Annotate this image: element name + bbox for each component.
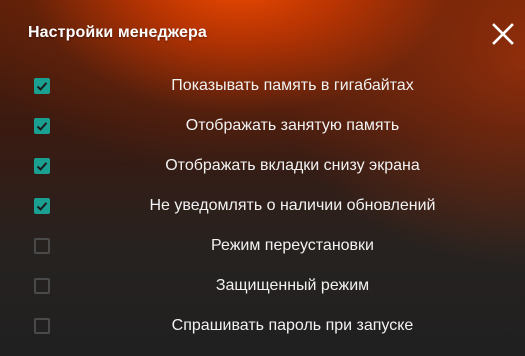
option-row-tabs-bottom[interactable]: Отображать вкладки снизу экрана xyxy=(0,146,525,186)
option-label: Защищенный режим xyxy=(215,277,370,294)
checkmark-icon xyxy=(36,122,48,131)
option-label: Отображать занятую память xyxy=(185,117,400,134)
option-row-used-memory[interactable]: Отображать занятую память xyxy=(0,106,525,146)
option-label: Не уведомлять о наличии обновлений xyxy=(149,197,436,214)
close-icon xyxy=(492,23,514,45)
checkbox-unchecked[interactable] xyxy=(34,238,50,254)
checkmark-icon xyxy=(36,202,48,211)
option-row-protected-mode[interactable]: Защищенный режим xyxy=(0,266,525,306)
settings-list: Показывать память в гигабайтах Отображат… xyxy=(0,66,525,346)
close-button[interactable] xyxy=(489,20,517,48)
option-row-ask-password[interactable]: Спрашивать пароль при запуске xyxy=(0,306,525,346)
title-bar: Настройки менеджера xyxy=(0,0,525,66)
option-label: Показывать память в гигабайтах xyxy=(171,77,414,94)
checkbox-checked[interactable] xyxy=(34,198,50,214)
checkmark-icon xyxy=(36,162,48,171)
option-row-no-update-notify[interactable]: Не уведомлять о наличии обновлений xyxy=(0,186,525,226)
checkbox-checked[interactable] xyxy=(34,158,50,174)
dialog-title: Настройки менеджера xyxy=(28,24,207,41)
option-label: Спрашивать пароль при запуске xyxy=(171,317,414,334)
checkmark-icon xyxy=(36,82,48,91)
option-label: Режим переустановки xyxy=(211,237,374,254)
option-label: Отображать вкладки снизу экрана xyxy=(165,157,420,174)
checkbox-unchecked[interactable] xyxy=(34,278,50,294)
option-row-gigabytes[interactable]: Показывать память в гигабайтах xyxy=(0,66,525,106)
option-row-reinstall-mode[interactable]: Режим переустановки xyxy=(0,226,525,266)
settings-dialog: Настройки менеджера Показывать память в … xyxy=(0,0,525,356)
checkbox-unchecked[interactable] xyxy=(34,318,50,334)
checkbox-checked[interactable] xyxy=(34,78,50,94)
checkbox-checked[interactable] xyxy=(34,118,50,134)
